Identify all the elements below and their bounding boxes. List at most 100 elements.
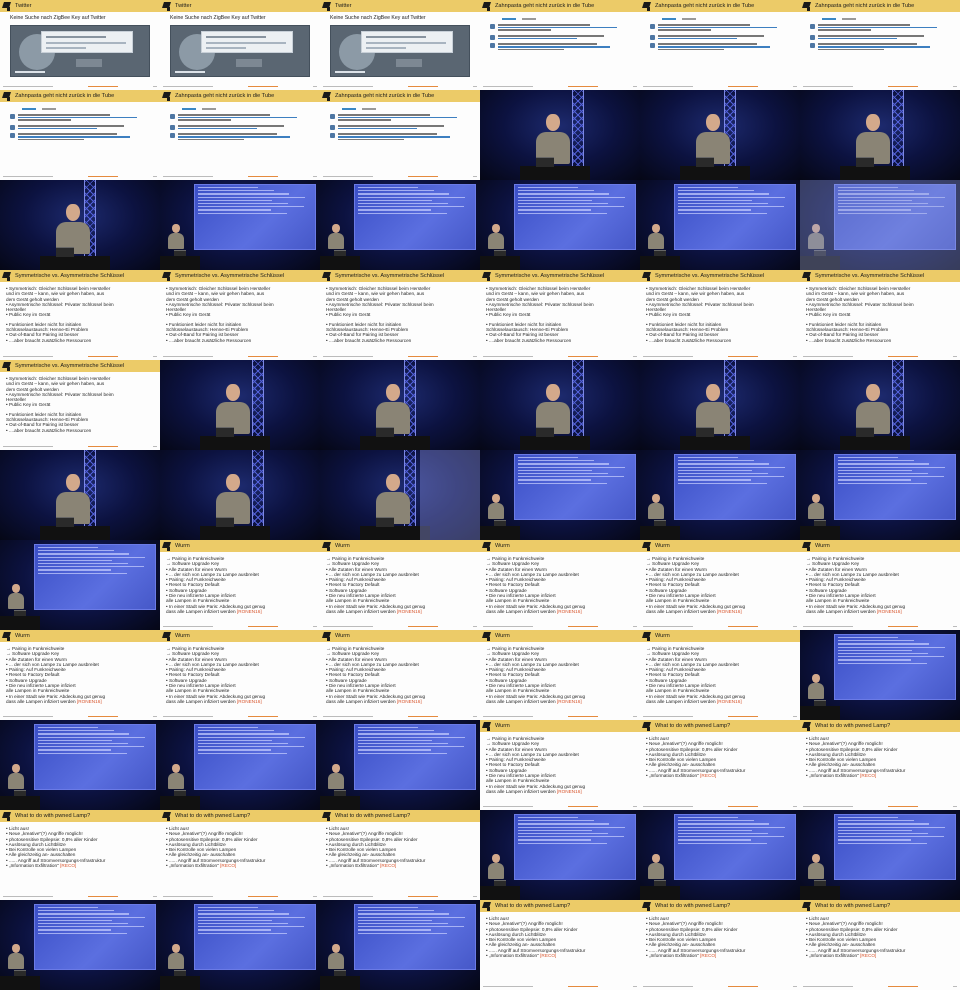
speaker-torso bbox=[168, 233, 184, 249]
speaker-head bbox=[12, 764, 20, 773]
slide-thumbnail-pwned[interactable]: What to do with pwned Lamp? • Licht aus! •… bbox=[160, 810, 320, 900]
slide-thumbnail-keys[interactable]: Symmetrische vs. Asymmetrische Schlüssel… bbox=[320, 270, 480, 360]
slide-thumbnail-wurm[interactable]: Wurm → Pairing in Funkreichweite → Softwar… bbox=[480, 630, 640, 720]
bullet-line: dass alle Lampen infiziert werden [RONEN… bbox=[486, 699, 636, 704]
stage-photo-wide[interactable] bbox=[800, 180, 960, 270]
stage-photo-wide[interactable] bbox=[160, 720, 320, 810]
projected-text-line bbox=[678, 472, 768, 475]
stage-photo-wide[interactable] bbox=[320, 900, 480, 990]
slide-thumbnail-wurm[interactable]: Wurm → Pairing in Funkreichweite → Softwar… bbox=[0, 630, 160, 720]
slide-thumbnail-keys[interactable]: Symmetrische vs. Asymmetrische Schlüssel… bbox=[640, 270, 800, 360]
slide-thumbnail-keys[interactable]: Symmetrische vs. Asymmetrische Schlüssel… bbox=[0, 360, 160, 450]
footer-left-line bbox=[323, 176, 373, 177]
stage-photo-closeup[interactable] bbox=[480, 90, 640, 180]
slide-title: Symmetrische vs. Asymmetrische Schlüssel bbox=[335, 273, 445, 279]
tweet-item bbox=[810, 24, 950, 32]
projected-text-line bbox=[198, 212, 287, 214]
stage-photo-wide[interactable] bbox=[800, 810, 960, 900]
stage-photo-wide[interactable] bbox=[160, 900, 320, 990]
footer-page-number-line bbox=[313, 356, 317, 357]
slide-thumbnail-zahnpasta[interactable]: Zahnpasta geht nicht zurück in die Tube bbox=[800, 0, 960, 90]
stage-photo-closeup[interactable] bbox=[800, 360, 960, 450]
slide-title: What to do with pwned Lamp? bbox=[655, 903, 731, 909]
sheep-logo-icon bbox=[802, 541, 812, 551]
stage-photo-wide[interactable] bbox=[0, 900, 160, 990]
slide-thumbnail-zahnpasta[interactable]: Zahnpasta geht nicht zurück in die Tube bbox=[320, 90, 480, 180]
slide-thumbnail-pwned[interactable]: What to do with pwned Lamp? • Licht aus! •… bbox=[0, 810, 160, 900]
slide-thumbnail-wurm[interactable]: Wurm → Pairing in Funkreichweite → Softwar… bbox=[800, 540, 960, 630]
slide-footer bbox=[323, 895, 477, 898]
stage-photo-wide[interactable] bbox=[320, 720, 480, 810]
stage-photo-wide[interactable] bbox=[480, 180, 640, 270]
slide-thumbnail-twitter_search[interactable]: Twitter Keine Suche nach ZigBee Key auf T… bbox=[0, 0, 160, 90]
stage-photo-wide[interactable] bbox=[0, 540, 160, 630]
bullet-text: • Reset to Factory Default bbox=[6, 672, 60, 678]
stage-photo-closeup[interactable] bbox=[800, 90, 960, 180]
slide-thumbnail-pwned[interactable]: What to do with pwned Lamp? • Licht aus! •… bbox=[800, 900, 960, 990]
footer-page-number-line bbox=[313, 896, 317, 897]
slide-thumbnail-twitter_search[interactable]: Twitter Keine Suche nach ZigBee Key auf T… bbox=[320, 0, 480, 90]
stage-photo-wide[interactable] bbox=[160, 180, 320, 270]
bullet-text: dem Gerät geholt werden bbox=[646, 296, 699, 302]
slide-title: Symmetrische vs. Asymmetrische Schlüssel bbox=[15, 363, 125, 369]
bullet-text: • photosensitive Epilepsie: 0,8% aller K… bbox=[6, 836, 98, 842]
slide-thumbnail-wurm[interactable]: Wurm → Pairing in Funkreichweite → Softwar… bbox=[480, 720, 640, 810]
bullet-text: • „Information Exfiltration" bbox=[166, 863, 219, 869]
slide-thumbnail-keys[interactable]: Symmetrische vs. Asymmetrische Schlüssel… bbox=[480, 270, 640, 360]
stage-photo-closeup[interactable] bbox=[320, 360, 480, 450]
stage-photo-wide[interactable] bbox=[640, 810, 800, 900]
stage-photo-wide[interactable] bbox=[640, 180, 800, 270]
stage-photo-wide[interactable] bbox=[640, 450, 800, 540]
bullet-text: • Auslösung durch Lichtblitze bbox=[326, 841, 386, 847]
slide-thumbnail-keys[interactable]: Symmetrische vs. Asymmetrische Schlüssel… bbox=[160, 270, 320, 360]
slide-thumbnail-wurm[interactable]: Wurm → Pairing in Funkreichweite → Softwar… bbox=[640, 540, 800, 630]
stage-photo-closeup[interactable] bbox=[0, 450, 160, 540]
slide-thumbnail-pwned[interactable]: What to do with pwned Lamp? • Licht aus! •… bbox=[640, 720, 800, 810]
stage-photo-wide[interactable] bbox=[800, 450, 960, 540]
stage-photo-wide[interactable] bbox=[0, 720, 160, 810]
footer-page-number-line bbox=[953, 806, 957, 807]
projected-text-line bbox=[38, 553, 130, 555]
slide-thumbnail-wurm[interactable]: Wurm → Pairing in Funkreichweite → Softwar… bbox=[320, 630, 480, 720]
stage-photo-closeup[interactable] bbox=[160, 450, 320, 540]
projected-text-line bbox=[38, 752, 127, 754]
stage-photo-closeup[interactable] bbox=[640, 360, 800, 450]
projected-text-line bbox=[838, 646, 945, 648]
stage-photo-wide[interactable] bbox=[800, 630, 960, 720]
slide-thumbnail-pwned[interactable]: What to do with pwned Lamp? • Licht aus! •… bbox=[320, 810, 480, 900]
tweet-avatar bbox=[10, 125, 15, 131]
slide-thumbnail-wurm[interactable]: Wurm → Pairing in Funkreichweite → Softwar… bbox=[160, 540, 320, 630]
stage-photo-wide[interactable] bbox=[480, 450, 640, 540]
lectern bbox=[800, 526, 840, 540]
slide-thumbnail-wurm[interactable]: Wurm → Pairing in Funkreichweite → Softwar… bbox=[160, 630, 320, 720]
slide-thumbnail-keys[interactable]: Symmetrische vs. Asymmetrische Schlüssel… bbox=[800, 270, 960, 360]
projected-text-line bbox=[518, 199, 593, 201]
slide-thumbnail-keys[interactable]: Symmetrische vs. Asymmetrische Schlüssel… bbox=[0, 270, 160, 360]
slide-thumbnail-pwned[interactable]: What to do with pwned Lamp? • Licht aus! •… bbox=[640, 900, 800, 990]
bullet-text: • Licht aus! bbox=[486, 916, 510, 921]
stage-photo-closeup[interactable] bbox=[0, 180, 160, 270]
stage-photo-closeup[interactable] bbox=[480, 360, 640, 450]
slide-thumbnail-wurm[interactable]: Wurm → Pairing in Funkreichweite → Softwar… bbox=[320, 540, 480, 630]
slide-thumbnail-zahnpasta[interactable]: Zahnpasta geht nicht zurück in die Tube bbox=[640, 0, 800, 90]
slide-thumbnail-wurm[interactable]: Wurm → Pairing in Funkreichweite → Softwar… bbox=[480, 540, 640, 630]
slide-thumbnail-zahnpasta[interactable]: Zahnpasta geht nicht zurück in die Tube bbox=[0, 90, 160, 180]
stage-photo-wide[interactable] bbox=[320, 180, 480, 270]
panel-text-line bbox=[206, 42, 286, 44]
slide-thumbnail-zahnpasta[interactable]: Zahnpasta geht nicht zurück in die Tube bbox=[160, 90, 320, 180]
bullet-line: dass alle Lampen infiziert werden [RONEN… bbox=[326, 609, 476, 614]
slide-thumbnail-zahnpasta[interactable]: Zahnpasta geht nicht zurück in die Tube bbox=[480, 0, 640, 90]
stage-photo-closeup[interactable] bbox=[320, 450, 480, 540]
speaker-head bbox=[172, 944, 180, 953]
slide-thumbnail-pwned[interactable]: What to do with pwned Lamp? • Licht aus! •… bbox=[800, 720, 960, 810]
slide-thumbnail-pwned[interactable]: What to do with pwned Lamp? • Licht aus! •… bbox=[480, 900, 640, 990]
stage-photo-closeup[interactable] bbox=[640, 90, 800, 180]
slide-thumbnail-wurm[interactable]: Wurm → Pairing in Funkreichweite → Softwar… bbox=[640, 630, 800, 720]
stage-photo-closeup[interactable] bbox=[160, 360, 320, 450]
bullet-text: • Software Upgrade bbox=[486, 677, 527, 683]
bullet-text: • Auslösung durch Lichtblitze bbox=[6, 841, 66, 847]
stage-photo-wide[interactable] bbox=[480, 810, 640, 900]
slide-thumbnail-twitter_search[interactable]: Twitter Keine Suche nach ZigBee Key auf T… bbox=[160, 0, 320, 90]
projected-text-line bbox=[38, 742, 128, 745]
projected-text-line bbox=[678, 482, 767, 484]
